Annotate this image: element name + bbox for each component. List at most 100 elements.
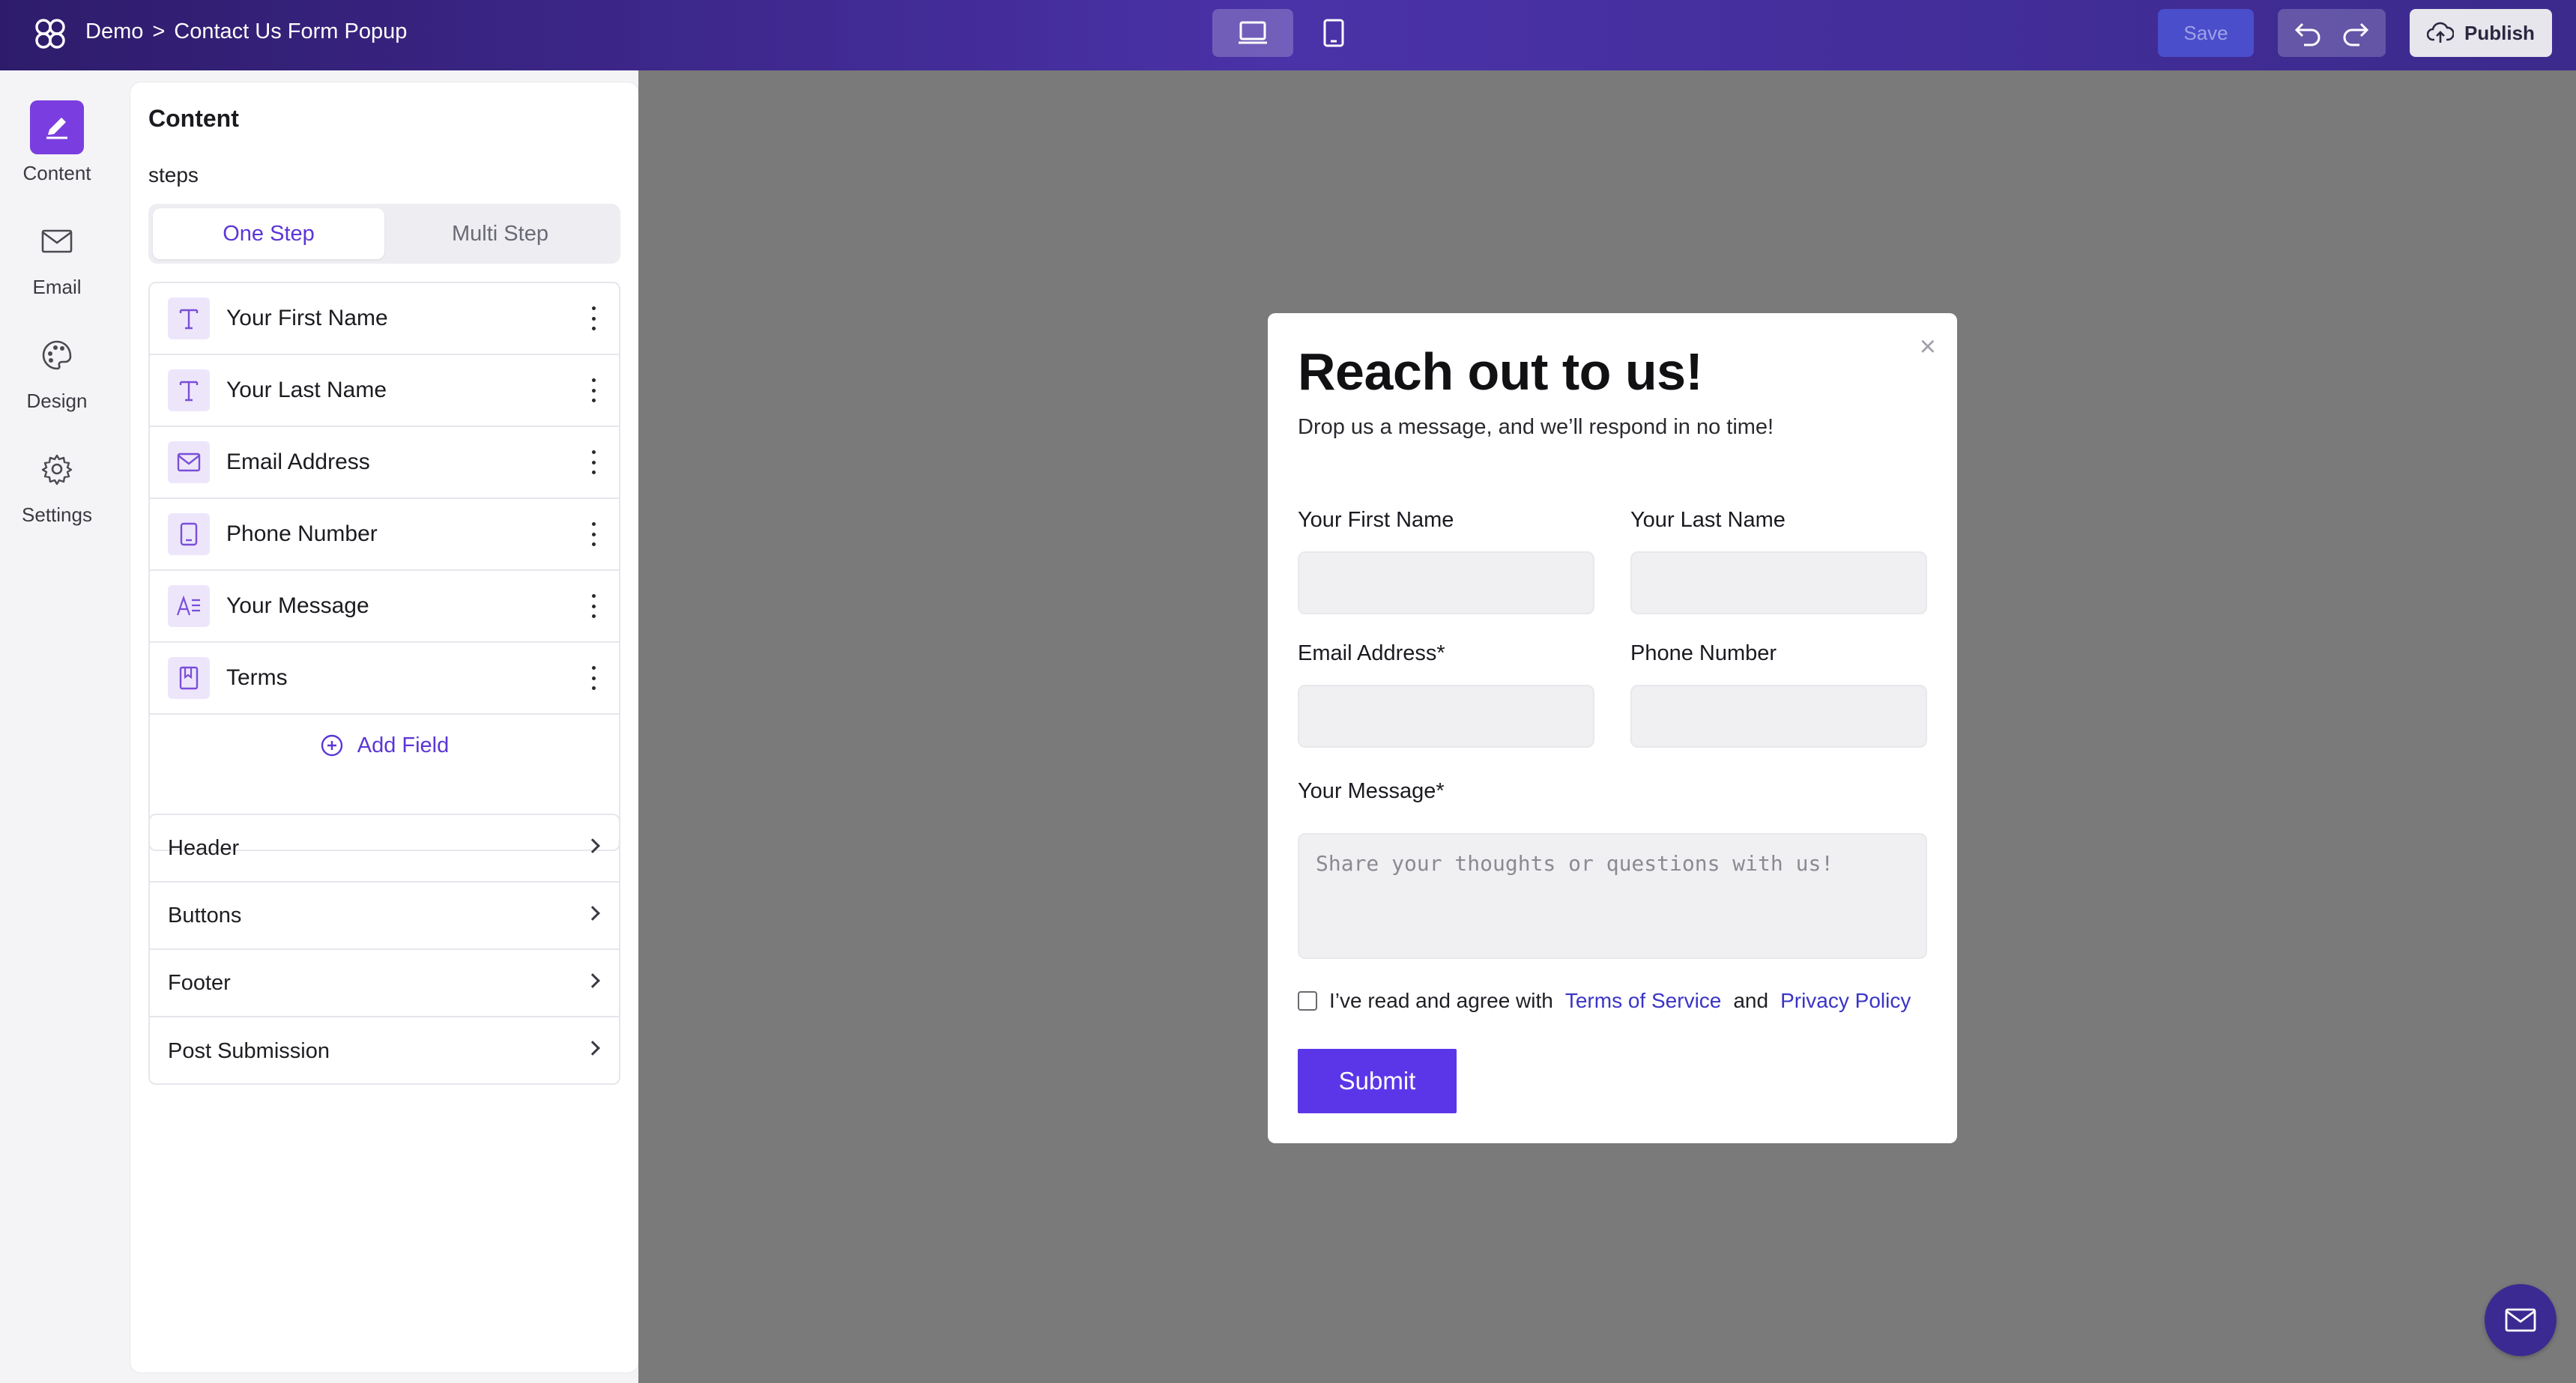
- terms-of-service-link[interactable]: Terms of Service: [1565, 989, 1722, 1013]
- field-item-first-name[interactable]: Your First Name: [150, 283, 619, 355]
- email-label: Email Address*: [1298, 641, 1445, 665]
- save-button[interactable]: Save: [2158, 9, 2254, 57]
- section-header[interactable]: Header: [150, 815, 619, 883]
- last-name-input[interactable]: [1630, 551, 1927, 614]
- message-textarea[interactable]: Share your thoughts or questions with us…: [1298, 833, 1927, 959]
- more-options-icon[interactable]: [584, 519, 602, 549]
- steps-segmented-control: One Step Multi Step: [148, 204, 620, 264]
- submit-button[interactable]: Submit: [1298, 1049, 1457, 1113]
- breadcrumb-page: Contact Us Form Popup: [174, 19, 408, 43]
- palette-icon: [30, 328, 84, 382]
- field-label: Your Message: [226, 593, 369, 618]
- envelope-icon: [30, 214, 84, 268]
- text-icon: [168, 297, 210, 339]
- envelope-icon: [168, 441, 210, 483]
- rail-item-label: Content: [22, 162, 91, 184]
- section-footer[interactable]: Footer: [150, 950, 619, 1017]
- rail-item-email[interactable]: Email: [0, 214, 114, 299]
- redo-icon[interactable]: [2340, 19, 2370, 46]
- paragraph-icon: [168, 585, 210, 627]
- terms-and: and: [1733, 989, 1769, 1012]
- section-post-submission[interactable]: Post Submission: [150, 1017, 619, 1085]
- terms-row: I’ve read and agree with Terms of Servic…: [1298, 989, 1911, 1013]
- plus-circle-icon: [321, 734, 342, 757]
- rail-item-content[interactable]: Content: [0, 100, 114, 185]
- more-options-icon[interactable]: [584, 447, 602, 477]
- first-name-input[interactable]: [1298, 551, 1594, 614]
- field-label: Phone Number: [226, 521, 378, 546]
- field-label: Your First Name: [226, 306, 388, 330]
- add-field-label: Add Field: [357, 733, 450, 757]
- device-toggle: [1212, 9, 1374, 57]
- rail-item-settings[interactable]: Settings: [0, 442, 114, 527]
- publish-label: Publish: [2464, 21, 2535, 44]
- field-label: Email Address: [226, 450, 370, 474]
- more-options-icon[interactable]: [584, 663, 602, 693]
- phone-input[interactable]: [1630, 685, 1927, 748]
- field-item-terms[interactable]: Terms: [150, 643, 619, 715]
- text-icon: [168, 369, 210, 411]
- terms-checkbox[interactable]: [1298, 991, 1317, 1011]
- rail-item-label: Design: [26, 390, 88, 412]
- top-bar: Demo > Contact Us Form Popup Save Publis…: [0, 0, 2576, 70]
- tablet-view-button[interactable]: [1293, 9, 1374, 57]
- undo-icon[interactable]: [2294, 19, 2323, 46]
- section-buttons[interactable]: Buttons: [150, 883, 619, 950]
- envelope-icon: [2505, 1308, 2536, 1332]
- more-options-icon[interactable]: [584, 591, 602, 621]
- field-label: Terms: [226, 665, 288, 690]
- email-input[interactable]: [1298, 685, 1594, 748]
- add-field-button[interactable]: Add Field: [150, 715, 619, 776]
- chat-launcher-button[interactable]: [2485, 1284, 2557, 1356]
- tab-one-step[interactable]: One Step: [153, 208, 384, 259]
- privacy-policy-link[interactable]: Privacy Policy: [1780, 989, 1911, 1013]
- last-name-label: Your Last Name: [1630, 508, 1786, 532]
- field-label: Your Last Name: [226, 378, 387, 402]
- undo-redo-group: [2278, 9, 2386, 57]
- more-options-icon[interactable]: [584, 375, 602, 405]
- section-list: Header Buttons Footer Post Submission: [148, 814, 620, 1085]
- publish-button[interactable]: Publish: [2410, 9, 2552, 57]
- left-rail: Content Email Design Settings: [0, 70, 114, 1383]
- message-label: Your Message*: [1298, 779, 1445, 803]
- field-item-phone[interactable]: Phone Number: [150, 499, 619, 571]
- more-options-icon[interactable]: [584, 303, 602, 333]
- bookmark-icon: [168, 657, 210, 699]
- cloud-upload-icon: [2427, 22, 2455, 43]
- gear-icon: [30, 442, 84, 496]
- field-item-email[interactable]: Email Address: [150, 427, 619, 499]
- app-logo-icon[interactable]: [31, 15, 69, 52]
- content-panel: Content steps One Step Multi Step Your F…: [130, 82, 638, 1373]
- panel-title: Content: [148, 105, 239, 132]
- chevron-right-icon: [585, 906, 600, 921]
- terms-prefix: I’ve read and agree with: [1329, 989, 1553, 1012]
- section-label: Footer: [168, 970, 231, 995]
- steps-label: steps: [148, 163, 199, 187]
- tab-multi-step[interactable]: Multi Step: [384, 208, 616, 259]
- breadcrumb-root[interactable]: Demo: [85, 19, 143, 44]
- section-label: Buttons: [168, 903, 242, 927]
- first-name-label: Your First Name: [1298, 508, 1454, 532]
- phone-icon: [168, 513, 210, 555]
- tablet-icon: [1323, 19, 1344, 47]
- chevron-right-icon: [585, 838, 600, 853]
- rail-item-design[interactable]: Design: [0, 328, 114, 413]
- breadcrumb: Demo > Contact Us Form Popup: [85, 19, 407, 44]
- pencil-icon: [30, 100, 84, 154]
- field-list: Your First Name Your Last Name Email Add…: [148, 282, 620, 851]
- chevron-right-icon: [585, 1041, 600, 1056]
- field-item-last-name[interactable]: Your Last Name: [150, 355, 619, 427]
- field-item-message[interactable]: Your Message: [150, 571, 619, 643]
- desktop-icon: [1239, 21, 1267, 44]
- section-label: Header: [168, 835, 240, 860]
- contact-form-popup: × Reach out to us! Drop us a message, an…: [1268, 313, 1957, 1143]
- popup-subtitle: Drop us a message, and we’ll respond in …: [1298, 415, 1774, 439]
- chevron-right-icon: [585, 973, 600, 988]
- rail-item-label: Email: [32, 276, 82, 298]
- rail-item-label: Settings: [22, 503, 92, 526]
- popup-title: Reach out to us!: [1298, 342, 1703, 401]
- close-icon[interactable]: ×: [1920, 333, 1936, 361]
- phone-label: Phone Number: [1630, 641, 1777, 665]
- breadcrumb-separator: >: [152, 19, 166, 43]
- desktop-view-button[interactable]: [1212, 9, 1293, 57]
